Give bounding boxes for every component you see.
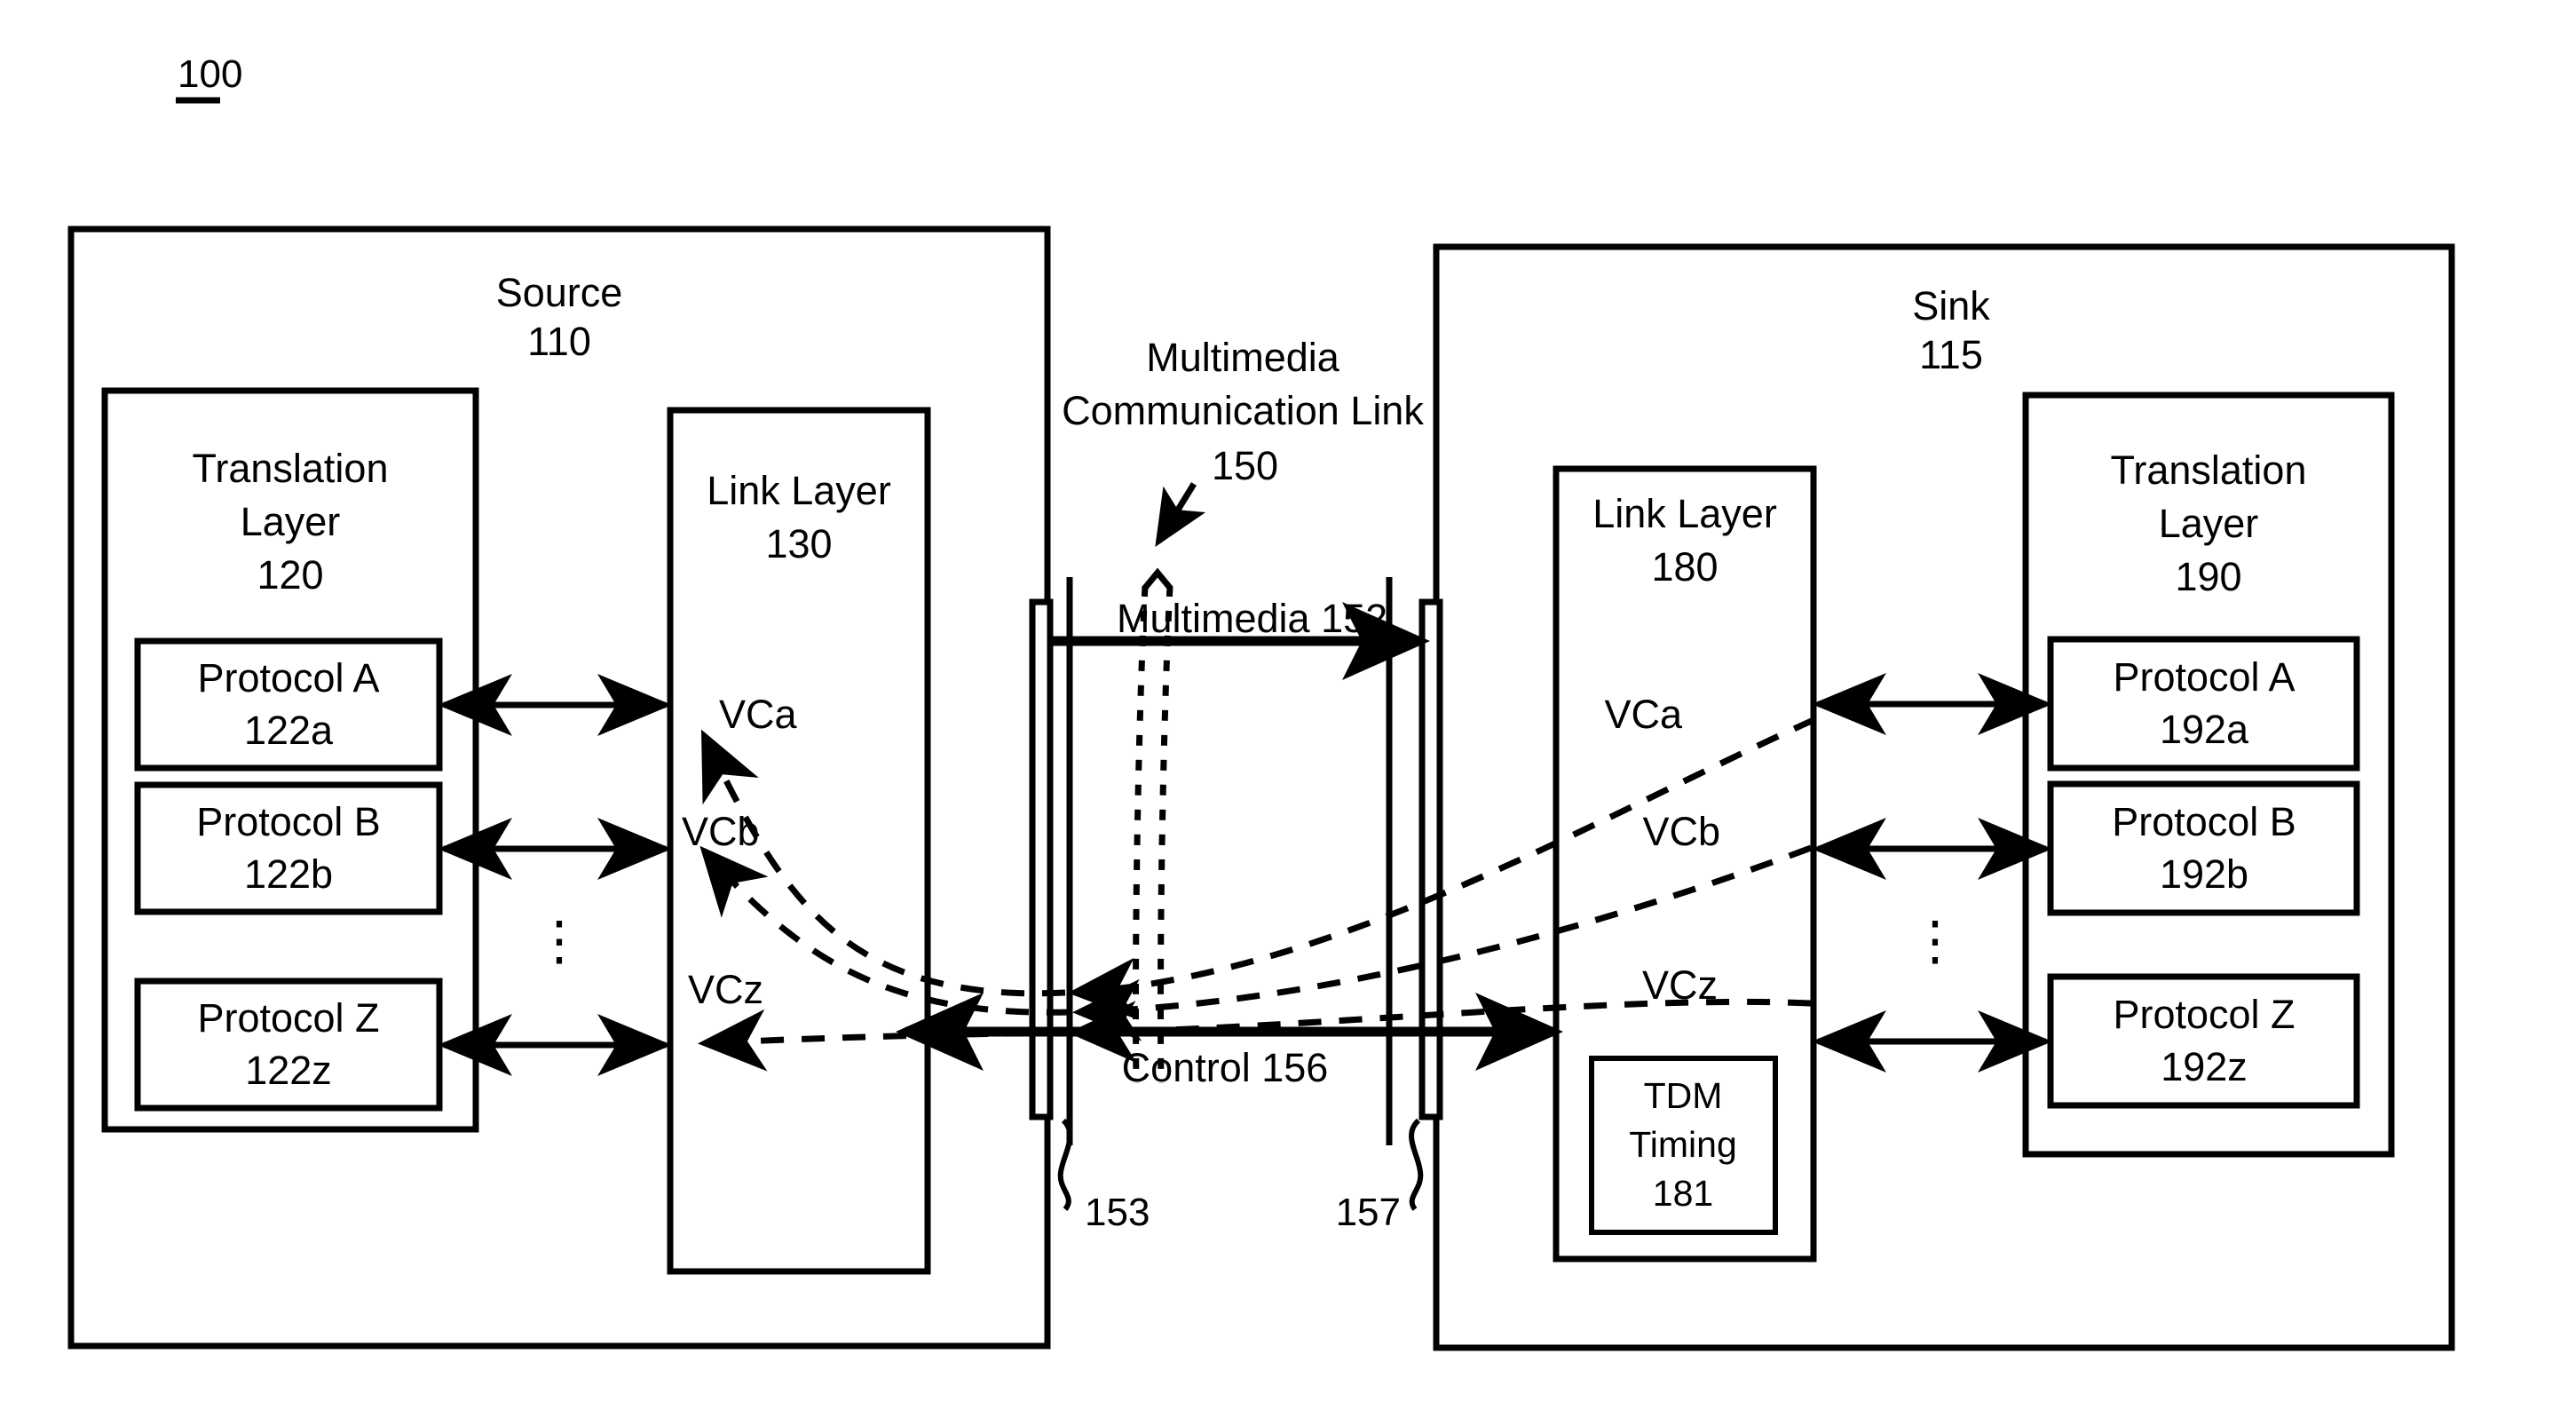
sink-protocol-a-name: Protocol A <box>2113 654 2295 700</box>
sink-tdm-timing-title-line2: Timing <box>1629 1124 1737 1165</box>
connector-left-brace <box>1057 1118 1073 1211</box>
sink-protocol-b-name: Protocol B <box>2112 799 2296 844</box>
source-protocol-z-name: Protocol Z <box>197 995 379 1041</box>
source-translation-layer-title-line1: Translation <box>193 446 389 491</box>
sink-link-layer-title: Link Layer <box>1592 491 1777 536</box>
link-connector-left-outer-bar <box>1029 598 1054 1120</box>
source-title: Source <box>496 270 623 315</box>
control-stream-label: Control 156 <box>1122 1045 1329 1090</box>
source-protocol-a-ref: 122a <box>244 708 334 753</box>
sink-translation-layer-title-line1: Translation <box>2111 447 2307 493</box>
source-link-layer-title: Link Layer <box>707 468 891 513</box>
source-protocol-a-name: Protocol A <box>197 655 379 701</box>
connector-right-ref: 157 <box>1336 1191 1401 1234</box>
connector-left-ref: 153 <box>1085 1191 1150 1234</box>
link-leader-arrow <box>1155 482 1206 547</box>
sink-translation-layer-ref: 190 <box>2175 554 2241 599</box>
sink-protocol-z-name: Protocol Z <box>2113 992 2295 1037</box>
sink-tdm-timing-title-line1: TDM <box>1644 1075 1723 1116</box>
source-vcb-label: VCb <box>682 809 760 854</box>
tdm-slot-indicator-cap <box>1142 567 1173 590</box>
connector-right-brace <box>1409 1118 1424 1211</box>
source-vca-label: VCa <box>719 692 798 737</box>
link-connector-right-outer-bar <box>1418 598 1443 1120</box>
source-protocol-b-name: Protocol B <box>196 799 381 844</box>
sink-link-layer-ref: 180 <box>1651 544 1718 590</box>
system-block-diagram: 100 Source 110 Translation Layer 120 Pro… <box>67 52 2455 1351</box>
sink-vca-label: VCa <box>1604 692 1683 737</box>
source-protocol-z-ref: 122z <box>245 1048 332 1093</box>
sink-protocol-b-ref: 192b <box>2160 851 2248 897</box>
multimedia-stream-label: Multimedia 152 <box>1117 596 1387 641</box>
source-link-layer-ref: 130 <box>765 521 832 566</box>
source-ref: 110 <box>527 319 591 364</box>
sink-title: Sink <box>1912 283 1990 329</box>
source-protocol-b-ref: 122b <box>244 851 333 897</box>
sink-ref: 115 <box>1919 332 1983 377</box>
source-translation-layer-title-line2: Layer <box>241 499 341 544</box>
link-title-line2: Communication Link <box>1062 388 1424 433</box>
sink-translation-layer-title-line2: Layer <box>2159 501 2259 546</box>
sink-protocol-a-ref: 192a <box>2160 707 2249 752</box>
sink-protocol-ellipsis: ⋮ <box>1908 911 1962 970</box>
figure-number: 100 <box>178 52 242 96</box>
patent-figure-canvas: 100 Source 110 Translation Layer 120 Pro… <box>0 0 2576 1425</box>
link-ref: 150 <box>1212 443 1278 488</box>
sink-vcb-label: VCb <box>1642 809 1720 854</box>
source-vcz-label: VCz <box>688 967 763 1012</box>
sink-tdm-timing-ref: 181 <box>1653 1173 1713 1214</box>
source-protocol-ellipsis: ⋮ <box>533 911 586 970</box>
source-translation-layer-ref: 120 <box>257 552 323 598</box>
link-title-line1: Multimedia <box>1146 335 1340 380</box>
sink-protocol-z-ref: 192z <box>2161 1044 2248 1089</box>
